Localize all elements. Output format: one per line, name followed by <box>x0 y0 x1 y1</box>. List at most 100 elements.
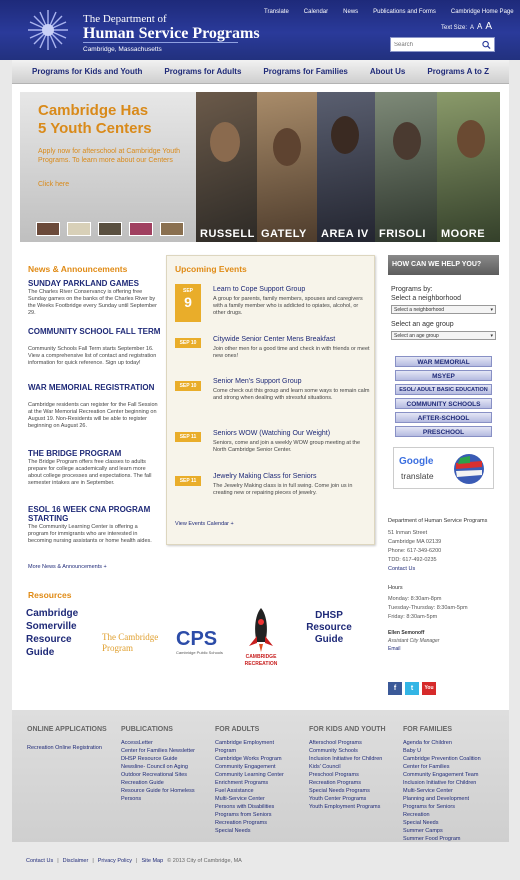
event-title[interactable]: Citywide Senior Center Mens Breakfast <box>213 336 373 343</box>
nav-families[interactable]: Programs for Families <box>263 67 347 76</box>
util-link-cambridge-home[interactable]: Cambridge Home Page <box>451 9 514 19</box>
footer-link[interactable]: Afterschool Programs <box>309 739 382 747</box>
contact-us-link[interactable]: Contact Us <box>388 566 415 572</box>
nav-adults[interactable]: Programs for Adults <box>164 67 241 76</box>
news-item-title[interactable]: SUNDAY PARKLAND GAMES <box>28 279 163 288</box>
hero-panel-russell[interactable]: RUSSELL <box>196 92 257 242</box>
footer-link[interactable]: Outdoor Recreational Sites <box>121 771 206 779</box>
age-group-select[interactable]: Select an age group ▾ <box>391 331 496 340</box>
hero-panel-moore[interactable]: MOORE <box>437 92 500 242</box>
text-size-large[interactable]: A <box>485 21 492 32</box>
director-email-link[interactable]: Email <box>388 646 401 652</box>
more-news-link[interactable]: More News & Announcements + <box>28 564 107 570</box>
news-item-title[interactable]: ESOL 16 WEEK CNA PROGRAM STARTING <box>28 505 163 523</box>
resource-dhsp-guide[interactable]: DHSP Resource Guide <box>294 610 364 670</box>
search-input[interactable] <box>394 40 479 50</box>
hero-slideshow[interactable]: RUSSELL GATELY AREA IV FRISOLI MOORE Cam… <box>20 92 500 242</box>
footer-link[interactable]: Special Needs <box>215 827 295 835</box>
event-title[interactable]: Jewelry Making Class for Seniors <box>213 473 373 480</box>
footer-disclaimer-link[interactable]: Disclaimer <box>63 858 89 864</box>
footer-link[interactable]: Inclusion Initiative for Children <box>309 755 382 763</box>
footer-link[interactable]: Summer Food Program <box>403 835 488 843</box>
twitter-icon[interactable]: t <box>405 682 419 695</box>
footer-link[interactable]: AccessLetter <box>121 739 206 747</box>
hero-panel-frisoli[interactable]: FRISOLI <box>375 92 437 242</box>
util-link-calendar[interactable]: Calendar <box>304 9 328 19</box>
hero-panel-area-iv[interactable]: AREA IV <box>317 92 375 242</box>
footer-link[interactable]: Resource Guide for Homeless Persons <box>121 787 206 803</box>
footer-link[interactable]: Community Schools <box>309 747 382 755</box>
neighborhood-select[interactable]: Select a neighborhood ▾ <box>391 305 496 314</box>
news-item-title[interactable]: THE BRIDGE PROGRAM <box>28 449 163 458</box>
footer-link[interactable]: DHSP Resource Guide <box>121 755 206 763</box>
footer-link[interactable]: Fuel Assistance <box>215 787 295 795</box>
footer-link[interactable]: Youth Center Programs <box>309 795 382 803</box>
text-size-medium[interactable]: A <box>477 22 482 31</box>
resource-cambridge-somerville-guide[interactable]: Cambridge Somerville Resource Guide <box>26 607 101 667</box>
search-icon[interactable] <box>482 40 491 50</box>
event-title[interactable]: Learn to Cope Support Group <box>213 286 373 293</box>
footer-link[interactable]: Community Engagement Team <box>403 771 488 779</box>
footer-link[interactable]: Recreation <box>403 811 488 819</box>
footer-link[interactable]: Newsline- Council on Aging <box>121 763 206 771</box>
footer-privacy-link[interactable]: Privacy Policy <box>98 858 132 864</box>
event-title[interactable]: Seniors WOW (Watching Our Weight) <box>213 430 373 437</box>
nav-about-us[interactable]: About Us <box>370 67 406 76</box>
hero-thumbnail[interactable] <box>67 222 91 236</box>
footer-link[interactable]: Cambridge Works Program <box>215 755 295 763</box>
util-link-news[interactable]: News <box>343 9 358 19</box>
facebook-icon[interactable]: f <box>388 682 402 695</box>
program-button-community-schools[interactable]: COMMUNITY SCHOOLS <box>395 398 492 409</box>
hero-click-here-link[interactable]: Click here <box>38 181 69 188</box>
footer-link[interactable]: Inclusion Initiative for Children <box>403 779 488 787</box>
nav-kids-youth[interactable]: Programs for Kids and Youth <box>32 67 142 76</box>
footer-link[interactable]: Recreation Online Registration <box>27 744 102 752</box>
hero-thumbnail[interactable] <box>98 222 122 236</box>
footer-link[interactable]: Multi-Service Center <box>403 787 488 795</box>
hero-thumbnail[interactable] <box>36 222 60 236</box>
footer-link[interactable]: Persons with Disabilities <box>215 803 295 811</box>
footer-contact-us-link[interactable]: Contact Us <box>26 858 53 864</box>
news-item-title[interactable]: WAR MEMORIAL REGISTRATION <box>28 383 163 392</box>
nav-programs-a-z[interactable]: Programs A to Z <box>427 67 489 76</box>
footer-link[interactable]: Recreation Programs <box>309 779 382 787</box>
footer-link[interactable]: Preschool Programs <box>309 771 382 779</box>
google-translate-widget[interactable]: Google translate <box>393 447 494 489</box>
dhsp-logo-star-icon[interactable] <box>26 8 70 52</box>
resource-cps[interactable]: CPS Cambridge Public Schools <box>176 628 236 664</box>
footer-link[interactable]: Youth Employment Programs <box>309 803 382 811</box>
hero-thumbnail[interactable] <box>129 222 153 236</box>
footer-link[interactable]: Agenda for Children <box>403 739 488 747</box>
program-button-msyep[interactable]: MSYEP <box>395 370 492 381</box>
news-item-title[interactable]: COMMUNITY SCHOOL FALL TERM <box>28 327 163 336</box>
footer-link[interactable]: Cambridge Employment Program <box>215 739 295 755</box>
program-button-preschool[interactable]: PRESCHOOL <box>395 426 492 437</box>
footer-link[interactable]: Special Needs Programs <box>309 787 382 795</box>
hero-panel-gately[interactable]: GATELY <box>257 92 317 242</box>
footer-link[interactable]: Kids' Council <box>309 763 382 771</box>
footer-link[interactable]: Enrichment Programs <box>215 779 295 787</box>
footer-link[interactable]: Community Learning Center <box>215 771 295 779</box>
footer-link[interactable]: Baby U <box>403 747 488 755</box>
util-link-translate[interactable]: Translate <box>264 9 289 19</box>
footer-link[interactable]: Recreation Guide <box>121 779 206 787</box>
footer-link[interactable]: Planning and Development <box>403 795 488 803</box>
footer-sitemap-link[interactable]: Site Map <box>141 858 163 864</box>
resource-cambridge-recreation[interactable]: CAMBRIDGE RECREATION <box>236 606 286 670</box>
program-button-war-memorial[interactable]: WAR MEMORIAL <box>395 356 492 367</box>
footer-link[interactable]: Special Needs <box>403 819 488 827</box>
footer-link[interactable]: Cambridge Prevention Coalition <box>403 755 488 763</box>
footer-link[interactable]: Center for Families <box>403 763 488 771</box>
footer-link[interactable]: Programs from Seniors <box>215 811 295 819</box>
footer-link[interactable]: Programs for Seniors <box>403 803 488 811</box>
program-button-esol[interactable]: ESOL/ ADULT BASIC EDUCATION <box>395 384 492 395</box>
dept-title-line2[interactable]: Human Service Programs <box>83 25 260 43</box>
youtube-icon[interactable]: You <box>422 682 436 695</box>
footer-link[interactable]: Summer Camps <box>403 827 488 835</box>
resource-cambridge-program[interactable]: The Cambridge Program <box>102 632 172 662</box>
program-button-after-school[interactable]: AFTER-SCHOOL <box>395 412 492 423</box>
view-events-calendar-link[interactable]: View Events Calendar + <box>175 521 234 527</box>
util-link-publications[interactable]: Publications and Forms <box>373 9 436 19</box>
footer-link[interactable]: Center for Families Newsletter <box>121 747 206 755</box>
footer-link[interactable]: Recreation Programs <box>215 819 295 827</box>
